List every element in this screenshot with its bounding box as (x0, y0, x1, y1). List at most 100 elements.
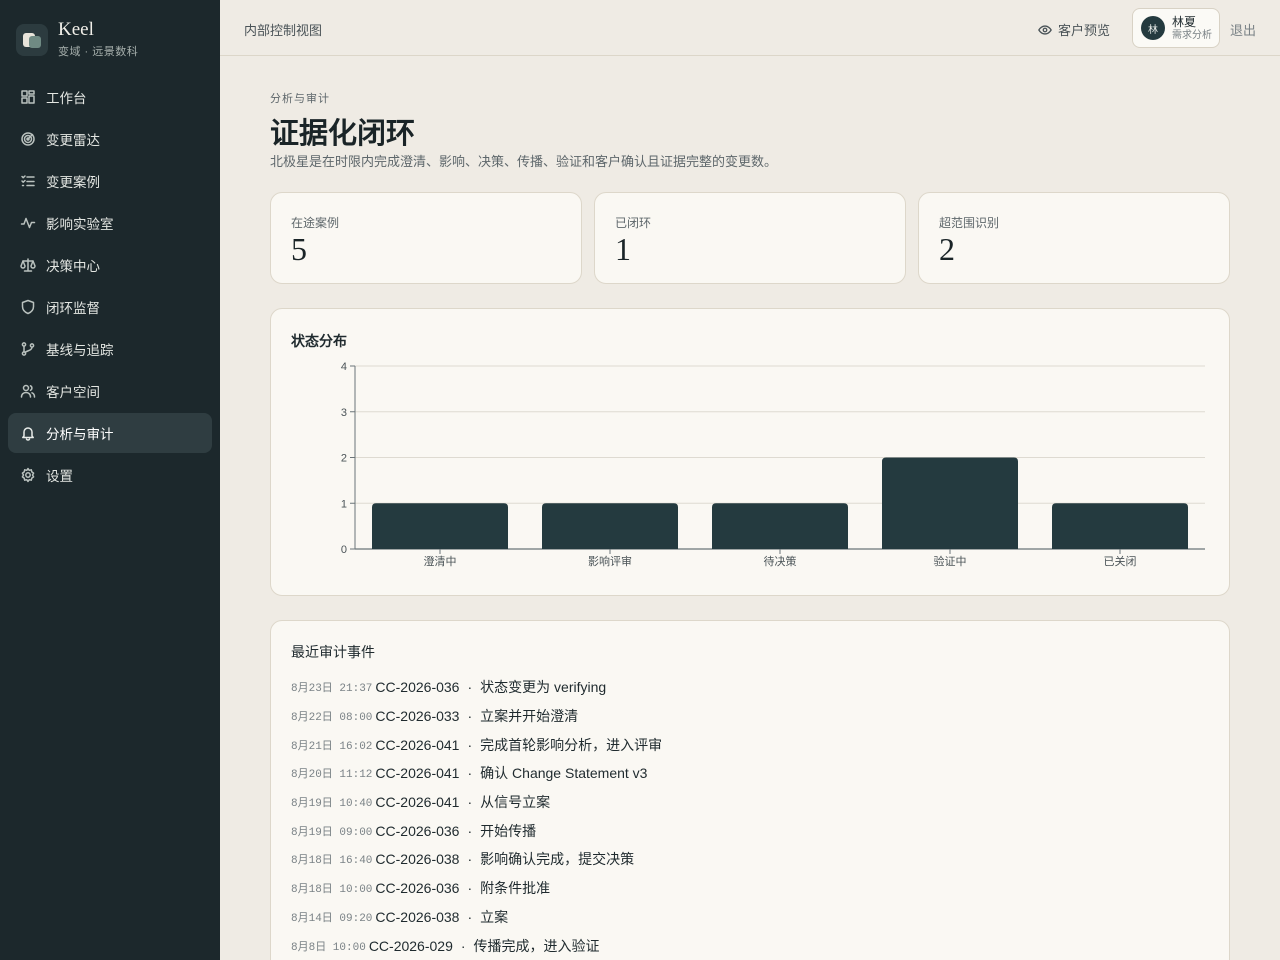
logout-button[interactable]: 退出 (1230, 20, 1256, 39)
y-tick-label: 0 (341, 544, 347, 556)
dashboard-icon (20, 89, 36, 105)
event-text: 完成首轮影响分析，进入评审 (480, 736, 663, 753)
event-case-id[interactable]: CC-2026-041 (375, 737, 459, 753)
event-case-id[interactable]: CC-2026-038 (375, 909, 459, 925)
stat-value: 2 (939, 231, 955, 267)
event-case-id[interactable]: CC-2026-036 (375, 823, 459, 839)
event-case-id[interactable]: CC-2026-033 (375, 708, 459, 724)
stat-label: 超范围识别 (939, 216, 1000, 230)
shield-icon (20, 299, 36, 315)
event-text: 传播完成，进入验证 (473, 937, 600, 954)
event-text: 立案 (480, 908, 509, 925)
events-title: 最近审计事件 (291, 644, 375, 660)
sidebar-item-workbench[interactable]: 工作台 (8, 77, 212, 117)
event-text: 立案并开始澄清 (480, 708, 579, 725)
event-case-id[interactable]: CC-2026-041 (375, 794, 459, 810)
event-time: 8月19日 10:40 (291, 798, 373, 811)
user-menu[interactable]: 林 林夏 需求分析 (1132, 8, 1220, 48)
y-tick-label: 3 (341, 407, 347, 419)
event-separator: · (467, 851, 473, 868)
list-item: 8月19日 10:40 CC-2026-041 · 从信号立案 (291, 788, 1191, 817)
event-case-id[interactable]: CC-2026-036 (375, 880, 459, 896)
list-item: 8月23日 21:37 CC-2026-036 · 状态变更为 verifying (291, 673, 1191, 702)
user-role: 需求分析 (1172, 29, 1212, 41)
x-tick-label: 澄清中 (424, 554, 457, 568)
sidebar-item-settings[interactable]: 设置 (8, 455, 212, 495)
event-separator: · (467, 794, 473, 811)
bell-icon (20, 425, 36, 441)
sidebar-item-closure-monitor[interactable]: 闭环监督 (8, 287, 212, 327)
y-tick-label: 2 (341, 453, 347, 465)
sidebar-nav: 工作台 变更雷达 变更案例 影响实验室 决策中心 闭环监督 基线与追踪 客户空间… (8, 77, 212, 497)
sidebar-item-customer-space[interactable]: 客户空间 (8, 371, 212, 411)
bar (542, 503, 678, 549)
sidebar-item-change-radar[interactable]: 变更雷达 (8, 119, 212, 159)
brand-name: Keel (58, 19, 94, 40)
list-item: 8月18日 16:40 CC-2026-038 · 影响确认完成，提交决策 (291, 845, 1191, 874)
customer-preview-label: 客户预览 (1057, 23, 1110, 38)
x-tick-label: 验证中 (934, 554, 967, 568)
scale-icon (20, 257, 36, 273)
event-time: 8月14日 09:20 (291, 912, 373, 925)
event-time: 8月22日 08:00 (291, 712, 373, 725)
y-tick-label: 4 (341, 361, 347, 373)
page-eyebrow: 分析与审计 (270, 93, 330, 105)
sidebar: Keel 变域 · 远景数科 工作台 变更雷达 变更案例 影响实验室 决策中心 … (0, 0, 220, 960)
list-item: 8月19日 09:00 CC-2026-036 · 开始传播 (291, 816, 1191, 845)
status-distribution-card: 状态分布 0 1 2 3 4 澄清中 影响评审 待决策 验证中 已关闭 (270, 308, 1230, 596)
event-case-id[interactable]: CC-2026-029 (369, 938, 453, 954)
sidebar-item-label: 分析与审计 (46, 427, 114, 442)
brand[interactable]: Keel 变域 · 远景数科 (16, 20, 138, 59)
sidebar-item-change-cases[interactable]: 变更案例 (8, 161, 212, 201)
event-separator: · (467, 708, 473, 725)
sidebar-item-label: 闭环监督 (46, 301, 100, 316)
audit-events-card: 最近审计事件 8月23日 21:37 CC-2026-036 · 状态变更为 veri… (270, 620, 1230, 960)
event-case-id[interactable]: CC-2026-036 (375, 679, 459, 695)
event-time: 8月8日 10:00 (291, 941, 366, 954)
sidebar-item-decision-center[interactable]: 决策中心 (8, 245, 212, 285)
branch-icon (20, 341, 36, 357)
stat-card-out-of-scope: 超范围识别 2 (918, 192, 1230, 284)
sidebar-item-analytics-audit[interactable]: 分析与审计 (8, 413, 212, 453)
sidebar-item-label: 工作台 (46, 91, 87, 106)
list-item: 8月22日 08:00 CC-2026-033 · 立案并开始澄清 (291, 702, 1191, 731)
stat-label: 在途案例 (291, 216, 340, 230)
topbar: 内部控制视图 客户预览 林 林夏 需求分析 退出 (220, 0, 1280, 56)
gear-icon (20, 467, 36, 483)
event-case-id[interactable]: CC-2026-038 (375, 851, 459, 867)
stat-label: 已闭环 (615, 216, 652, 230)
stat-card-in-progress: 在途案例 5 (270, 192, 582, 284)
audit-events-list: 8月23日 21:37 CC-2026-036 · 状态变更为 verifying 8月… (291, 673, 1191, 960)
event-case-id[interactable]: CC-2026-041 (375, 765, 459, 781)
page-description: 北极星是在时限内完成澄清、影响、决策、传播、验证和客户确认且证据完整的变更数。 (270, 154, 778, 169)
stats-row: 在途案例 5 已闭环 1 超范围识别 2 (270, 192, 1230, 284)
status-bar-chart: 0 1 2 3 4 澄清中 影响评审 待决策 验证中 已关闭 (341, 361, 1205, 568)
event-text: 状态变更为 verifying (480, 679, 607, 696)
stat-value: 5 (291, 231, 307, 267)
view-title: 内部控制视图 (244, 23, 323, 38)
list-check-icon (20, 173, 36, 189)
keel-logo-icon (16, 23, 48, 56)
event-separator: · (467, 822, 473, 839)
list-item: 8月14日 09:20 CC-2026-038 · 立案 (291, 903, 1191, 932)
sidebar-item-label: 基线与追踪 (46, 343, 114, 358)
event-separator: · (467, 736, 473, 753)
event-separator: · (467, 765, 473, 782)
sidebar-item-baseline-tracking[interactable]: 基线与追踪 (8, 329, 212, 369)
avatar: 林 (1141, 16, 1165, 40)
event-separator: · (467, 880, 473, 897)
sidebar-item-impact-lab[interactable]: 影响实验室 (8, 203, 212, 243)
customer-preview-button[interactable]: 客户预览 (1038, 20, 1110, 39)
radar-icon (20, 131, 36, 147)
bar (372, 503, 508, 549)
sidebar-item-label: 变更案例 (46, 175, 100, 190)
event-time: 8月21日 16:02 (291, 740, 373, 753)
bar (882, 457, 1018, 549)
list-item: 8月8日 10:00 CC-2026-029 · 传播完成，进入验证 (291, 931, 1191, 960)
x-tick-label: 已关闭 (1104, 554, 1137, 568)
event-text: 确认 Change Statement v3 (480, 765, 648, 782)
sidebar-item-label: 影响实验室 (46, 217, 114, 232)
stat-card-closed: 已闭环 1 (594, 192, 906, 284)
event-text: 影响确认完成，提交决策 (480, 851, 635, 868)
event-time: 8月18日 16:40 (291, 855, 373, 868)
